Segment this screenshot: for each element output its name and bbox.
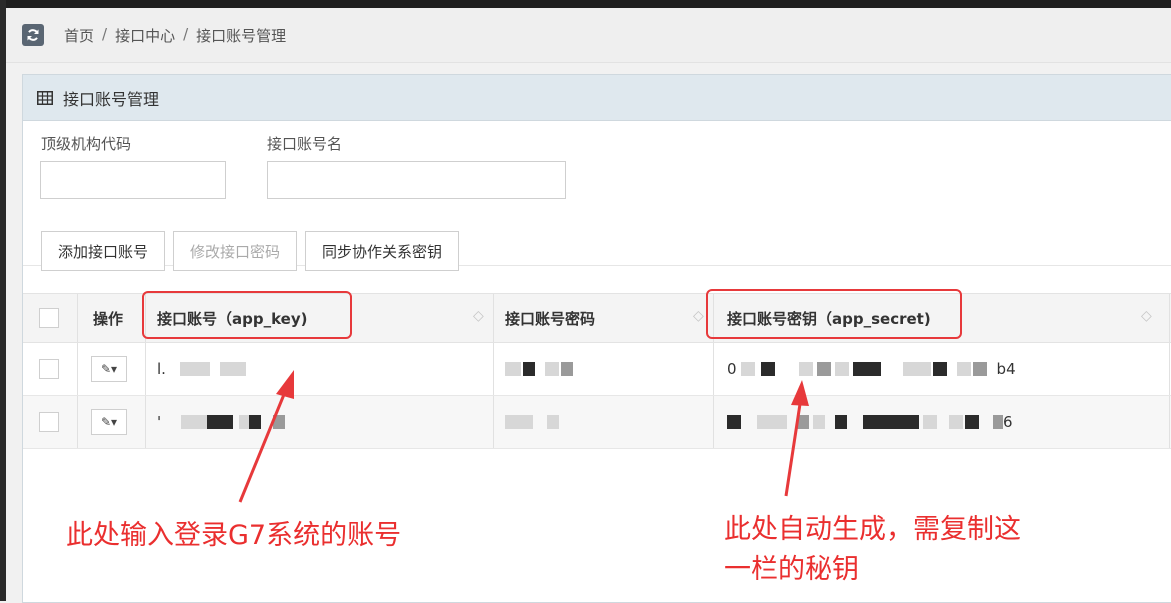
annotation-right-note-line1: 此处自动生成，需复制这 [724,514,1021,545]
annotation-left-note: 此处输入登录G7系统的账号 [66,520,402,551]
annotation-arrows [238,370,809,503]
annotation-right-note-line2: 一栏的秘钥 [724,554,859,585]
